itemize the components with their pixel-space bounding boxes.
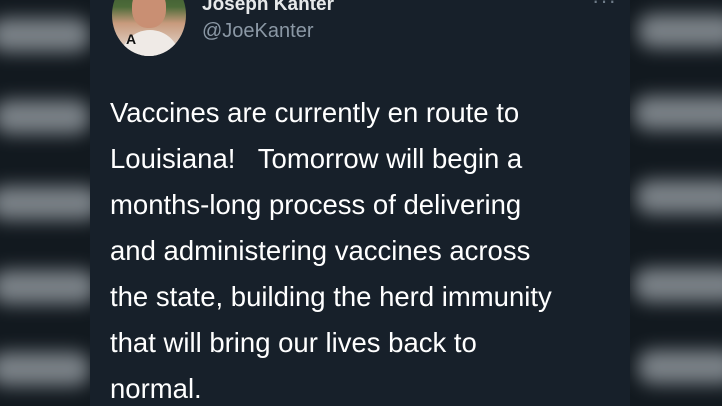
blurred-text-bar <box>634 96 722 130</box>
tweet-text-line: the state, building the herd immunity <box>110 281 552 312</box>
more-horizontal-icon[interactable]: ··· <box>592 0 617 14</box>
blurred-text-bar <box>0 270 90 304</box>
tweet-text-line: Vaccines are currently en route to <box>110 97 520 128</box>
blurred-text-bar <box>0 100 90 134</box>
blurred-text-bar <box>638 14 722 48</box>
tweet-card: A Joseph Kanter @JoeKanter ··· Vaccines … <box>90 0 630 406</box>
avatar-face <box>132 0 166 28</box>
blurred-text-bar <box>638 350 722 384</box>
blurred-text-bar <box>0 352 90 386</box>
tweet-text-line: that will bring our lives back to <box>110 327 477 358</box>
tweet-text-line: Louisiana! Tomorrow will begin a <box>110 143 523 174</box>
tweet-text-line: months-long process of delivering <box>110 189 522 220</box>
tweet-text-line: normal. <box>110 373 202 404</box>
avatar[interactable]: A <box>112 0 186 56</box>
tweet-text-line: and administering vaccines across <box>110 235 531 266</box>
author-handle[interactable]: @JoeKanter <box>202 20 313 43</box>
blurred-text-bar <box>0 186 90 220</box>
blurred-text-bar <box>0 18 90 52</box>
blurred-background-right <box>630 0 722 406</box>
blurred-text-bar <box>634 268 722 302</box>
blurred-background-left <box>0 0 90 406</box>
avatar-badge: A <box>125 31 137 47</box>
tweet-text: Vaccines are currently en route to Louis… <box>110 90 620 406</box>
blurred-text-bar <box>636 180 722 214</box>
author-display-name[interactable]: Joseph Kanter <box>202 0 334 16</box>
